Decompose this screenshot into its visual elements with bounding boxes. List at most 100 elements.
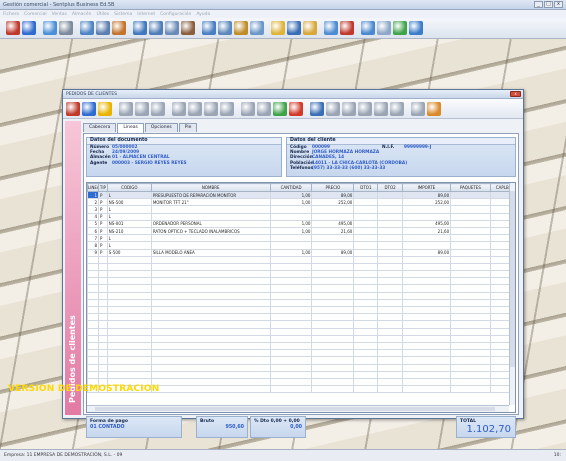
empty-cell[interactable] [150, 313, 271, 322]
table-row[interactable]: 9 P S-500 SILLA MODELO ANEA 1,00 89,00 89,00 [87, 248, 515, 257]
empty-cell[interactable] [269, 262, 313, 272]
empty-cell[interactable] [401, 327, 452, 336]
empty-cell[interactable] [150, 370, 271, 379]
tab-cabecera[interactable]: Cabecera [83, 123, 117, 132]
table-icon[interactable] [326, 101, 340, 116]
empty-cell[interactable] [106, 356, 152, 365]
empty-cell[interactable] [106, 320, 152, 329]
empty-cell[interactable] [106, 284, 152, 293]
cell-paquetes[interactable] [450, 212, 491, 221]
empty-cell[interactable] [98, 320, 108, 329]
empty-cell[interactable] [377, 385, 403, 394]
empty-cell[interactable] [311, 255, 355, 264]
empty-cell[interactable] [450, 363, 491, 372]
empty-cell[interactable] [106, 277, 152, 286]
empty-row[interactable] [87, 255, 515, 264]
column-header[interactable]: CODIGO [106, 183, 152, 192]
empty-cell[interactable] [87, 356, 99, 365]
empty-cell[interactable] [150, 363, 271, 372]
empty-cell[interactable] [353, 341, 379, 351]
empty-cell[interactable] [353, 298, 379, 308]
cell-dto2[interactable] [377, 190, 403, 200]
empty-cell[interactable] [311, 305, 355, 315]
settings-icon[interactable] [358, 101, 372, 116]
column-header[interactable]: DTO1 [353, 183, 379, 192]
menu-item[interactable]: Comercial [24, 12, 47, 17]
cell-linea[interactable]: 5 [87, 219, 99, 228]
cell-nombre[interactable] [150, 234, 271, 243]
empty-cell[interactable] [106, 291, 152, 300]
table-row[interactable]: 2 P NS-500 MONITOR TFT 21" 1,00 252,00 252,00 [87, 198, 515, 207]
empty-cell[interactable] [269, 334, 313, 343]
cell-dto2[interactable] [377, 198, 403, 207]
empty-row[interactable] [87, 320, 515, 329]
cell-nombre[interactable]: MONITOR TFT 21" [150, 198, 271, 207]
cell-tip[interactable]: P [98, 226, 108, 236]
print-icon[interactable] [241, 101, 255, 116]
empty-row[interactable] [87, 313, 515, 322]
empty-cell[interactable] [87, 320, 99, 329]
empty-cell[interactable] [106, 363, 152, 372]
cell-tip[interactable]: P [98, 205, 108, 214]
table-row[interactable]: 7PL [87, 234, 515, 243]
lines-grid[interactable]: LINEATIPCODIGONOMBRECANTIDADPRECIODTO1DT… [86, 182, 516, 413]
menu-item[interactable]: Útiles [96, 12, 109, 17]
empty-cell[interactable] [269, 341, 313, 351]
empty-cell[interactable] [269, 270, 313, 279]
empty-cell[interactable] [269, 377, 313, 387]
column-header[interactable]: CANTIDAD [269, 183, 313, 192]
field-value[interactable]: 99999999-J [404, 145, 431, 150]
empty-cell[interactable] [377, 298, 403, 308]
empty-cell[interactable] [150, 385, 271, 394]
help-icon[interactable] [411, 101, 425, 116]
empty-cell[interactable] [106, 270, 152, 279]
empty-cell[interactable] [269, 284, 313, 293]
empty-cell[interactable] [87, 327, 99, 336]
cell-codigo[interactable]: S-500 [106, 248, 152, 257]
cell-precio[interactable]: 21,60 [311, 226, 355, 236]
payment-value[interactable]: 01 CONTADO [87, 424, 181, 431]
empty-cell[interactable] [106, 298, 152, 308]
cell-linea[interactable]: 3 [87, 205, 99, 214]
empty-cell[interactable] [450, 291, 491, 300]
globe-icon[interactable] [409, 21, 423, 35]
box-icon[interactable] [112, 21, 126, 35]
menu-item[interactable]: Almacén [72, 12, 92, 17]
empty-cell[interactable] [269, 320, 313, 329]
empty-cell[interactable] [150, 349, 271, 358]
cell-importe[interactable] [401, 234, 452, 243]
cell-dto2[interactable] [377, 234, 403, 243]
cell-tip[interactable]: P [98, 212, 108, 221]
empty-cell[interactable] [311, 356, 355, 365]
menu-item[interactable]: Configuración [160, 12, 191, 17]
empty-cell[interactable] [353, 385, 379, 394]
cell-codigo[interactable]: L [106, 190, 152, 200]
empty-cell[interactable] [269, 255, 313, 264]
cell-dto1[interactable] [353, 226, 379, 236]
group-icon[interactable] [202, 21, 216, 35]
empty-cell[interactable] [269, 385, 313, 394]
menu-item[interactable]: Internet [137, 12, 155, 17]
cell-dto2[interactable] [377, 212, 403, 221]
empty-cell[interactable] [353, 270, 379, 279]
empty-cell[interactable] [269, 291, 313, 300]
empty-row[interactable] [87, 363, 515, 372]
chart-icon[interactable] [303, 21, 317, 35]
cell-codigo[interactable]: NS-210 [106, 226, 152, 236]
empty-cell[interactable] [450, 277, 491, 286]
cell-precio[interactable] [311, 212, 355, 221]
empty-cell[interactable] [401, 277, 452, 286]
empty-cell[interactable] [150, 284, 271, 293]
copy-icon[interactable] [172, 101, 186, 116]
close-button[interactable]: x [554, 1, 563, 8]
empty-cell[interactable] [150, 270, 271, 279]
empty-cell[interactable] [353, 277, 379, 286]
cell-codigo[interactable]: NS-500 [106, 198, 152, 207]
cell-dto2[interactable] [377, 248, 403, 257]
cell-nombre[interactable] [150, 212, 271, 221]
empty-cell[interactable] [353, 284, 379, 293]
column-header[interactable]: DTO2 [377, 183, 403, 192]
empty-cell[interactable] [353, 334, 379, 343]
empty-cell[interactable] [311, 262, 355, 272]
tools-icon[interactable] [220, 101, 234, 116]
